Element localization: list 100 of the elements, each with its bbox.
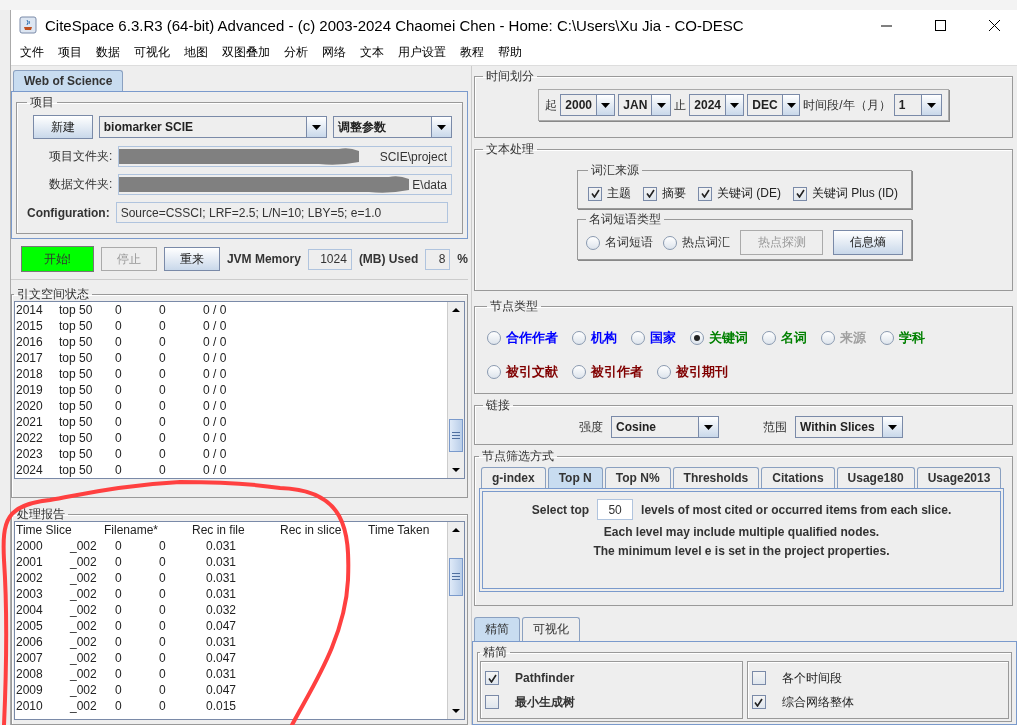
radio-button[interactable] [657, 365, 671, 379]
input-field[interactable]: E\data [118, 174, 452, 195]
tab[interactable]: Top N% [604, 467, 671, 488]
table-cell-text: 2023 [16, 447, 44, 461]
log-text: 2010 [16, 699, 44, 713]
slice-dropdown[interactable]: 1 [893, 94, 942, 116]
radio-button[interactable] [586, 235, 600, 250]
scroll-thumb[interactable] [449, 418, 463, 453]
reset-button[interactable]: 重来 [163, 247, 220, 271]
menu-item[interactable]: 教程 [453, 44, 491, 61]
new-button[interactable]: 新建 [33, 115, 93, 139]
tab[interactable]: 精简 [474, 617, 520, 641]
menu-item[interactable]: 可视化 [127, 44, 177, 61]
month-dropdown[interactable]: JAN [618, 94, 672, 116]
radio-button[interactable] [572, 365, 586, 379]
radio-button[interactable] [880, 331, 894, 345]
menu-item[interactable]: 文件 [13, 44, 51, 61]
scope-dropdown[interactable]: Within Slices [795, 416, 903, 438]
radio-button[interactable] [690, 331, 704, 345]
radio-button[interactable] [572, 331, 586, 345]
checkbox[interactable] [643, 186, 657, 201]
log-text: 0.047 [206, 651, 238, 665]
year-dropdown[interactable]: 2024 [689, 94, 745, 116]
table-cell-text: 0 / 0 [203, 415, 228, 429]
caret-icon [437, 124, 446, 130]
radio-button[interactable] [663, 235, 677, 250]
table-cell-text: top 50 [59, 463, 94, 477]
scrollbar[interactable] [447, 522, 464, 719]
radio-label: 国家 [650, 329, 676, 347]
header-text: Time Taken [368, 523, 431, 537]
strength-dropdown[interactable]: Cosine [611, 416, 719, 438]
menu-item[interactable]: 数据 [89, 44, 127, 61]
checkbox[interactable] [793, 186, 807, 201]
percent-label: % [457, 252, 468, 266]
tab[interactable]: 可视化 [522, 617, 580, 641]
group-title: 处理报告 [16, 506, 66, 523]
table-cell-text: top 50 [59, 399, 94, 413]
radio-button[interactable] [487, 365, 501, 379]
menu-item[interactable]: 双图叠加 [215, 44, 277, 61]
caret-icon [656, 102, 666, 108]
checkbox[interactable] [751, 671, 766, 685]
month-dropdown[interactable]: DEC [747, 94, 801, 116]
menu-item[interactable]: 文本 [353, 44, 391, 61]
table-cell-text: 0 / 0 [203, 367, 228, 381]
tab[interactable]: Thresholds [672, 467, 760, 488]
start-button[interactable]: 开始! [21, 246, 94, 272]
log-text: 0.031 [206, 667, 238, 681]
log-text: 0 [159, 619, 167, 633]
project-dropdown[interactable]: biomarker SCIE [98, 116, 327, 138]
checkbox[interactable] [698, 186, 712, 201]
log-text: _002 [70, 683, 98, 697]
tab[interactable]: Usage180 [836, 467, 915, 488]
field-label: 范围 [763, 418, 787, 436]
caret-icon [888, 424, 897, 430]
log-text: 0 [115, 587, 123, 601]
log-text: 2007 [16, 651, 44, 665]
table-cell-text: top 50 [59, 335, 94, 349]
table-cell-text: 0 / 0 [203, 431, 228, 445]
log-text: 0.031 [206, 635, 238, 649]
tab[interactable]: Citations [761, 467, 835, 488]
top-n-field[interactable]: 50 [597, 499, 634, 520]
menu-item[interactable]: 分析 [277, 44, 315, 61]
parameters-dropdown[interactable]: 调整参数 [332, 116, 452, 138]
tab[interactable]: Top N [547, 467, 603, 488]
group-title: 链接 [485, 397, 511, 414]
radio-button[interactable] [487, 331, 501, 345]
tab[interactable]: g-index [481, 467, 546, 488]
select-description: levels of most cited or occurred items from each slice. [641, 502, 952, 517]
log-text: 0 [115, 699, 123, 713]
group-title: 时间划分 [485, 68, 535, 85]
radio-label: 关键词 [709, 329, 748, 347]
menu-item[interactable]: 项目 [51, 44, 89, 61]
radio-button[interactable] [631, 331, 645, 345]
menu-item[interactable]: 网络 [315, 44, 353, 61]
table-cell-text: 0 / 0 [203, 303, 228, 317]
year-dropdown[interactable]: 2000 [560, 94, 616, 116]
table-cell-text: top 50 [59, 431, 94, 445]
checkbox[interactable] [485, 671, 499, 685]
table-cell-text: 0 [159, 303, 167, 317]
checkbox[interactable] [751, 695, 766, 709]
menu-item[interactable]: 用户设置 [391, 44, 453, 61]
checkbox-label: 各个时间段 [781, 669, 842, 687]
scroll-thumb[interactable] [449, 557, 463, 597]
input-field[interactable]: SCIE\project [118, 146, 452, 167]
radio-label: 学科 [899, 329, 925, 347]
scrollbar[interactable] [447, 302, 464, 478]
tab[interactable]: Usage2013 [916, 467, 1002, 488]
checkbox[interactable] [485, 695, 499, 709]
checkbox-label: 最小生成树 [515, 693, 575, 711]
radio-button[interactable] [762, 331, 776, 345]
menu-item[interactable]: 地图 [177, 44, 215, 61]
checkbox[interactable] [588, 186, 602, 201]
input-field[interactable]: Source=CSSCI; LRF=2.5; L/N=10; LBY=5; e=1.0 [115, 202, 448, 223]
table-cell-text: 2019 [16, 383, 44, 397]
menu-item[interactable]: 帮助 [491, 44, 529, 61]
table-cell-text: 0 [115, 463, 123, 477]
tab[interactable]: Web of Science [13, 70, 124, 91]
field-label: 数据文件夹: [49, 176, 113, 193]
slice-label: 时间段/年（月） [803, 96, 891, 114]
action-button[interactable]: 信息熵 [833, 230, 903, 255]
